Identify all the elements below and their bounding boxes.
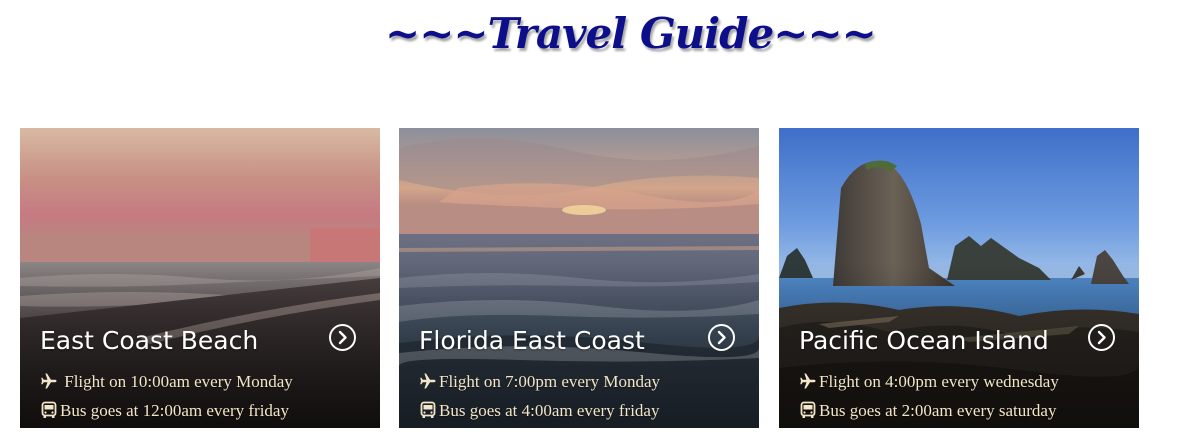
chevron-right-circle-icon[interactable] xyxy=(329,324,356,351)
card-title: Pacific Ocean Island xyxy=(799,326,1049,355)
bus-icon xyxy=(40,401,58,419)
bus-info: Bus goes at 2:00am every saturday xyxy=(799,398,1129,424)
flight-info: Flight on 10:00am every Monday xyxy=(40,369,370,395)
chevron-right-circle-icon[interactable] xyxy=(1088,324,1115,351)
bus-info: Bus goes at 4:00am every friday xyxy=(419,398,749,424)
flight-schedule: Flight on 7:00pm every Monday xyxy=(439,372,660,391)
bus-schedule: Bus goes at 12:00am every friday xyxy=(60,401,289,420)
card-title: East Coast Beach xyxy=(40,326,259,355)
flight-info: Flight on 7:00pm every Monday xyxy=(419,369,749,395)
destination-card-florida-east-coast[interactable]: Florida East Coast Flight on 7:00pm ever… xyxy=(399,128,759,428)
airplane-icon xyxy=(799,372,817,390)
bus-schedule: Bus goes at 4:00am every friday xyxy=(439,401,660,420)
chevron-right-circle-icon[interactable] xyxy=(708,324,735,351)
card-title: Florida East Coast xyxy=(419,326,645,355)
airplane-icon xyxy=(419,372,437,390)
destination-card-east-coast-beach[interactable]: East Coast Beach Flight on 10:00am every… xyxy=(20,128,380,428)
flight-schedule: Flight on 4:00pm every wednesday xyxy=(819,372,1059,391)
page-title: ~~~Travel Guide~~~ xyxy=(385,9,877,58)
destination-card-pacific-ocean-island[interactable]: Pacific Ocean Island Flight on 4:00pm ev… xyxy=(779,128,1139,428)
bus-schedule: Bus goes at 2:00am every saturday xyxy=(819,401,1057,420)
flight-info: Flight on 4:00pm every wednesday xyxy=(799,369,1129,395)
flight-schedule: Flight on 10:00am every Monday xyxy=(60,372,293,391)
airplane-icon xyxy=(40,372,58,390)
bus-info: Bus goes at 12:00am every friday xyxy=(40,398,370,424)
bus-icon xyxy=(419,401,437,419)
bus-icon xyxy=(799,401,817,419)
